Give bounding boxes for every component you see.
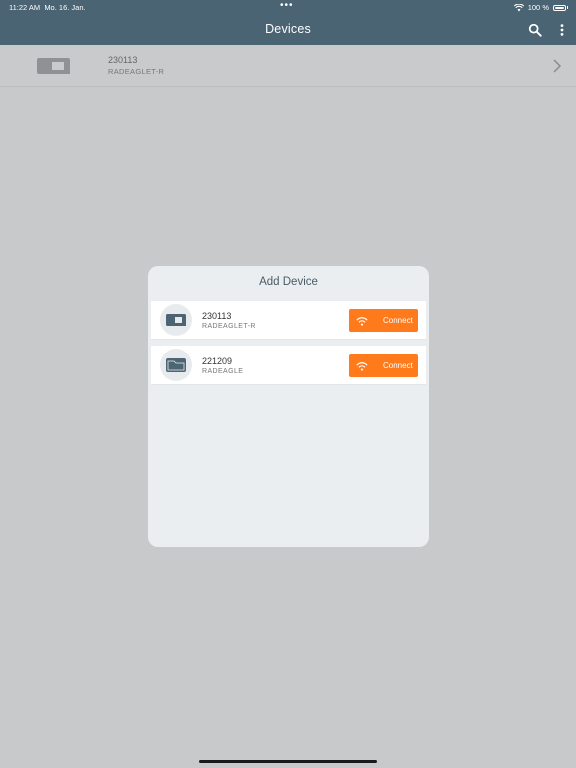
add-device-modal: Add Device 230113 RADEAGLET-R Connect 22… <box>148 266 429 547</box>
connect-button[interactable]: Connect <box>349 309 418 332</box>
page-title: Devices <box>265 22 311 36</box>
status-date: Mo. 16. Jan. <box>44 3 86 12</box>
device-model: RADEAGLET-R <box>202 323 256 330</box>
connect-button[interactable]: Connect <box>349 354 418 377</box>
top-bar: 11:22 AM Mo. 16. Jan. ••• 100 % Devices <box>0 0 576 45</box>
device-id: 230113 <box>108 55 138 65</box>
wifi-status-icon <box>513 3 524 11</box>
connect-label: Connect <box>383 361 413 370</box>
wifi-icon <box>356 316 368 326</box>
home-indicator[interactable] <box>199 760 377 763</box>
status-right: 100 % <box>513 3 568 12</box>
status-time: 11:22 AM Mo. 16. Jan. <box>9 3 86 12</box>
device-id: 221209 <box>202 356 233 366</box>
chevron-right-icon <box>553 59 562 73</box>
battery-cap <box>567 6 568 9</box>
status-time-text: 11:22 AM <box>9 3 41 12</box>
status-bar: 11:22 AM Mo. 16. Jan. ••• 100 % <box>0 0 576 14</box>
connect-label: Connect <box>383 316 413 325</box>
wifi-icon <box>356 361 368 371</box>
device-model: RADEAGLE <box>202 368 244 375</box>
device-icon <box>37 58 70 74</box>
device-avatar <box>160 349 192 381</box>
device-list-row[interactable]: 230113 RADEAGLET-R <box>0 45 576 87</box>
device-id: 230113 <box>202 311 232 321</box>
device-icon <box>166 358 186 372</box>
device-icon <box>166 314 186 326</box>
battery-percent: 100 % <box>527 3 549 12</box>
modal-title: Add Device <box>259 276 318 288</box>
search-icon[interactable] <box>528 23 542 37</box>
multitask-dots[interactable]: ••• <box>280 0 294 11</box>
device-model: RADEAGLET-R <box>108 67 165 76</box>
device-avatar <box>160 304 192 336</box>
device-card: 230113 RADEAGLET-R Connect <box>151 301 426 340</box>
battery-icon <box>553 4 566 11</box>
device-card: 221209 RADEAGLE Connect <box>151 346 426 385</box>
more-vertical-icon[interactable] <box>555 23 569 37</box>
